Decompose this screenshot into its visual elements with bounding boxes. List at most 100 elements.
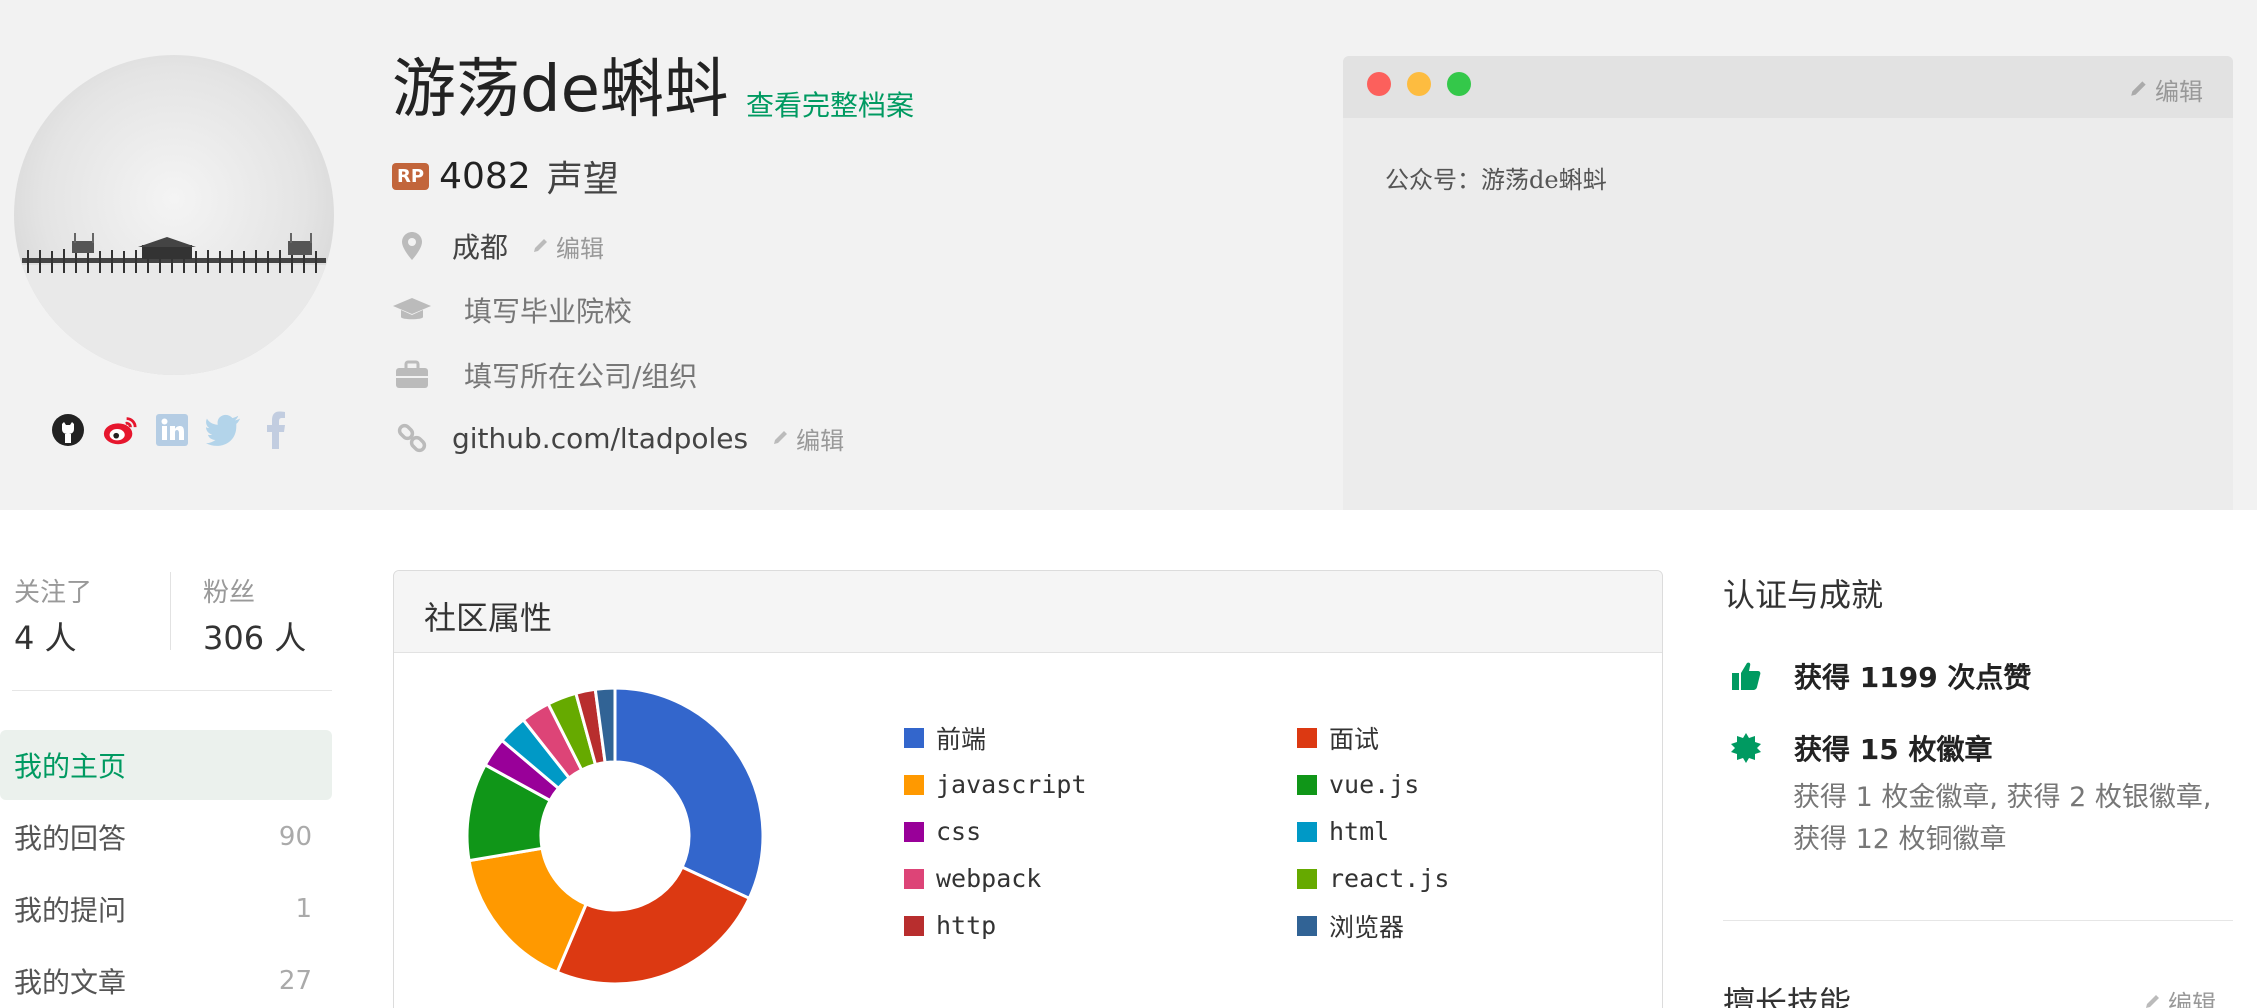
pencil-icon xyxy=(2129,76,2149,104)
rp-badge: RP xyxy=(392,162,430,190)
legend-label: 浏览器 xyxy=(1329,912,1405,942)
pencil-icon xyxy=(2144,988,2162,1008)
legend-label: javascript xyxy=(936,770,1087,799)
legend-swatch xyxy=(904,821,924,842)
briefcase-icon xyxy=(392,357,432,393)
legend-label: css xyxy=(936,817,982,846)
community-donut-chart xyxy=(465,686,765,986)
following-label: 关注了 xyxy=(14,578,93,608)
legend-swatch xyxy=(904,915,924,936)
legend-label: html xyxy=(1329,817,1390,846)
legend-label: http xyxy=(936,911,997,940)
user-name: 游荡de蝌蚪 xyxy=(392,53,728,127)
note-title-bar: 编辑 xyxy=(1343,56,2233,118)
likes-achievement: 获得 1199 次点赞 xyxy=(1728,656,2031,696)
donut-slice-前端[interactable] xyxy=(613,686,765,901)
legend-swatch xyxy=(904,868,924,889)
note-text: 公众号：游荡de蝌蚪 xyxy=(1385,166,1607,194)
following-stat[interactable]: 关注了 4 人 xyxy=(14,572,92,659)
badges-achievement: 获得 15 枚徽章 xyxy=(1728,728,1992,768)
weibo-icon[interactable] xyxy=(102,412,138,448)
nav-answers[interactable]: 我的回答 90 xyxy=(0,802,332,872)
followers-stat[interactable]: 粉丝 306 人 xyxy=(203,572,306,659)
likes-text: 获得 1199 次点赞 xyxy=(1794,661,2032,694)
edit-label: 编辑 xyxy=(556,234,605,263)
legend-swatch xyxy=(1297,915,1317,936)
nav-count: 1 xyxy=(295,894,312,924)
badges-text: 获得 15 枚徽章 xyxy=(1794,733,1993,766)
avatar[interactable] xyxy=(14,55,334,375)
legend-item[interactable]: css xyxy=(904,817,1297,846)
nav-articles[interactable]: 我的文章 27 xyxy=(0,946,332,1008)
location-text: 成都 xyxy=(452,231,509,264)
badge-detail: 获得 1 枚金徽章, 获得 2 枚银徽章, 获得 12 枚铜徽章 xyxy=(1793,782,2212,855)
twitter-icon[interactable] xyxy=(206,412,242,448)
social-links xyxy=(50,411,294,449)
nav-count: 90 xyxy=(278,822,312,852)
legend-item[interactable]: 前端 xyxy=(904,723,1297,754)
facebook-icon[interactable] xyxy=(258,411,294,449)
edit-location-button[interactable]: 编辑 xyxy=(532,229,604,264)
legend-label: webpack xyxy=(936,864,1042,893)
community-panel: 社区属性 前端 面试 javascript vue.js css html webpack r… xyxy=(393,570,1663,1008)
view-full-profile-link[interactable]: 查看完整档案 xyxy=(746,84,914,124)
school-placeholder: 填写毕业院校 xyxy=(464,295,633,328)
edit-label: 编辑 xyxy=(796,426,845,455)
legend-label: 前端 xyxy=(936,724,987,754)
legend-swatch xyxy=(1297,727,1317,748)
website-link[interactable]: github.com/ltadpoles xyxy=(452,422,748,455)
legend-label: react.js xyxy=(1329,864,1450,893)
edit-skills-button[interactable]: 编辑 xyxy=(2144,984,2216,1008)
legend-item[interactable]: vue.js xyxy=(1297,770,1504,799)
school-row[interactable]: 填写毕业院校 xyxy=(392,290,632,330)
legend-swatch xyxy=(904,727,924,748)
followers-value: 306 人 xyxy=(203,619,307,657)
stat-divider xyxy=(170,572,171,650)
followers-label: 粉丝 xyxy=(203,578,256,608)
maximize-dot xyxy=(1447,72,1471,96)
thumbs-up-icon xyxy=(1728,658,1764,694)
legend-item[interactable]: html xyxy=(1297,817,1504,846)
edit-note-button[interactable]: 编辑 xyxy=(2129,72,2203,107)
nav-questions[interactable]: 我的提问 1 xyxy=(0,874,332,944)
edit-website-button[interactable]: 编辑 xyxy=(772,421,844,456)
graduation-cap-icon xyxy=(392,292,432,328)
nav-label: 我的主页 xyxy=(14,750,127,783)
legend-item[interactable]: webpack xyxy=(904,864,1297,893)
community-title: 社区属性 xyxy=(394,571,1662,653)
pencil-icon xyxy=(772,424,790,452)
link-icon xyxy=(392,420,432,456)
donut-slice-面试[interactable] xyxy=(555,865,752,986)
legend-label: 面试 xyxy=(1329,724,1380,754)
skills-title: 擅长技能 xyxy=(1723,984,1852,1008)
achievements-title: 认证与成就 xyxy=(1723,576,1884,614)
reputation-row: RP 4082 声望 xyxy=(392,150,619,202)
nav-label: 我的文章 xyxy=(14,966,127,999)
sidebar-divider xyxy=(12,690,332,691)
linkedin-icon[interactable] xyxy=(154,412,190,448)
chart-legend: 前端 面试 javascript vue.js css html webpack react.… xyxy=(904,723,1504,942)
reputation-value: 4082 xyxy=(439,155,531,197)
legend-item[interactable]: 面试 xyxy=(1297,723,1504,754)
profile-note-card: 编辑 公众号：游荡de蝌蚪 xyxy=(1343,56,2233,510)
profile-header: 游荡de蝌蚪 查看完整档案 RP 4082 声望 成都 编辑 填写毕业院校 填写… xyxy=(0,0,2257,510)
github-icon[interactable] xyxy=(50,412,86,448)
legend-swatch xyxy=(1297,868,1317,889)
website-row: github.com/ltadpoles 编辑 xyxy=(392,420,844,456)
legend-item[interactable]: javascript xyxy=(904,770,1297,799)
legend-item[interactable]: 浏览器 xyxy=(1297,911,1504,942)
legend-label: vue.js xyxy=(1329,770,1420,799)
legend-swatch xyxy=(904,774,924,795)
edit-label: 编辑 xyxy=(2168,990,2216,1008)
company-row[interactable]: 填写所在公司/组织 xyxy=(392,355,697,395)
legend-item[interactable]: http xyxy=(904,911,1297,940)
map-pin-icon xyxy=(392,228,432,264)
legend-item[interactable]: react.js xyxy=(1297,864,1504,893)
nav-count: 27 xyxy=(278,966,312,996)
badge-icon xyxy=(1728,730,1764,766)
avatar-image xyxy=(14,233,334,375)
nav-home[interactable]: 我的主页 xyxy=(0,730,332,800)
nav-label: 我的提问 xyxy=(14,894,127,927)
following-value: 4 人 xyxy=(14,619,77,657)
company-placeholder: 填写所在公司/组织 xyxy=(464,360,698,393)
